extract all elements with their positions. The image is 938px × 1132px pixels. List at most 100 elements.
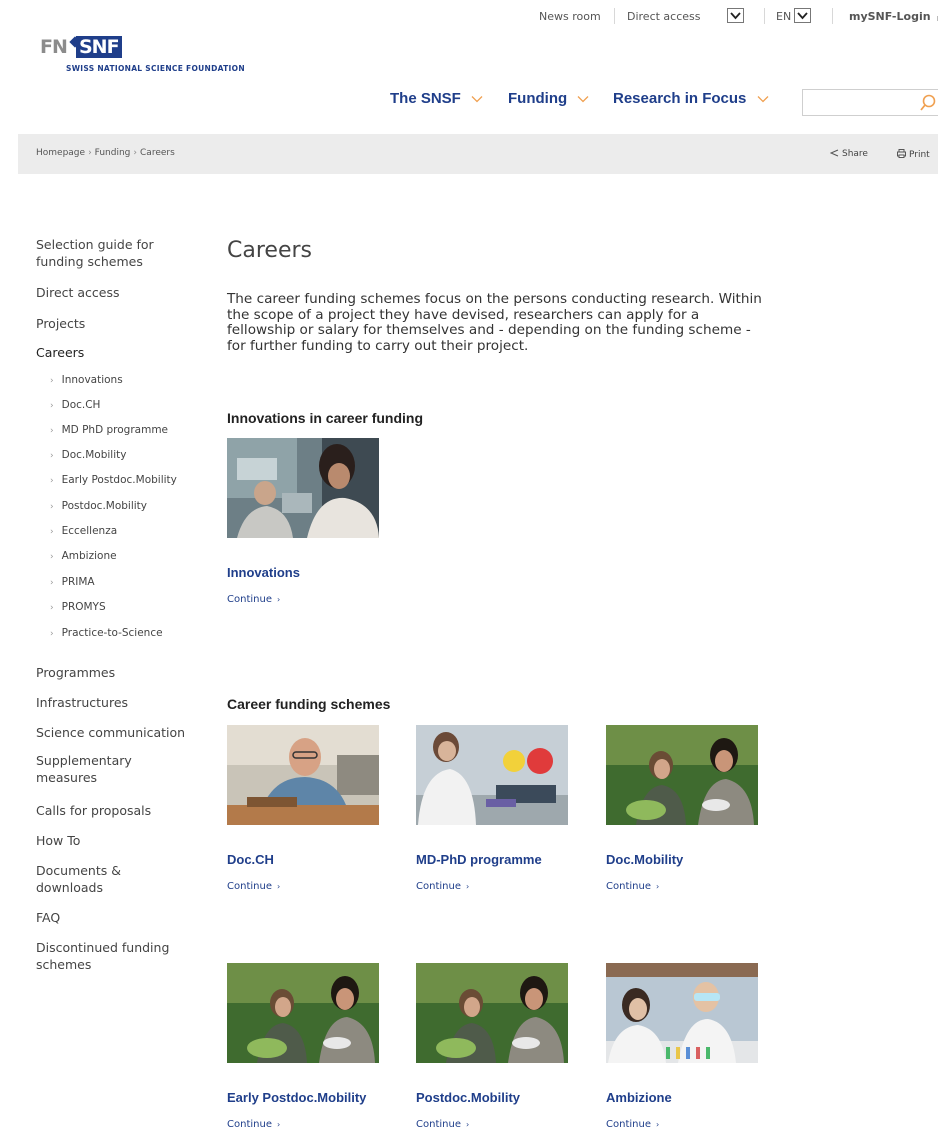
card-image[interactable]	[606, 963, 758, 1063]
sidebar-subitem-promys[interactable]: › PROMYS	[50, 601, 106, 613]
continue-link[interactable]: Continue ›	[416, 881, 469, 892]
card-md-phd[interactable]: MD-PhD programme Continue ›	[416, 725, 568, 892]
nav-funding[interactable]: Funding	[508, 90, 589, 107]
continue-label: Continue	[416, 1119, 461, 1130]
sidebar-subitem-early-postdoc[interactable]: › Early Postdoc.Mobility	[50, 474, 177, 486]
sidebar-subitem-md-phd[interactable]: › MD PhD programme	[50, 424, 168, 436]
chevron-right-icon: ›	[655, 882, 660, 891]
breadcrumb-home[interactable]: Homepage	[36, 148, 85, 158]
nav-the-snsf[interactable]: The SNSF	[390, 90, 483, 107]
sidebar-item-science-communication[interactable]: Science communication	[36, 724, 201, 741]
sidebar-item-faq[interactable]: FAQ	[36, 909, 201, 926]
sidebar-subitem-eccellenza[interactable]: › Eccellenza	[50, 525, 117, 537]
card-title[interactable]: Doc.CH	[227, 852, 274, 867]
card-early-postdoc-mobility[interactable]: Early Postdoc.Mobility Continue ›	[227, 963, 379, 1130]
continue-link[interactable]: Continue ›	[227, 881, 280, 892]
direct-access-link[interactable]: Direct access	[627, 10, 701, 23]
card-postdoc-mobility[interactable]: Postdoc.Mobility Continue ›	[416, 963, 568, 1130]
search-input[interactable]	[807, 90, 921, 116]
sidebar-item-projects[interactable]: Projects	[36, 315, 201, 332]
card-image[interactable]	[606, 725, 758, 825]
card-image[interactable]	[416, 963, 568, 1063]
utility-bar: News room Direct access EN mySNF-Login	[0, 0, 938, 36]
sidebar-item-selection-guide[interactable]: Selection guide for funding schemes	[36, 236, 201, 270]
sidebar-subitem-postdoc-mobility[interactable]: › Postdoc.Mobility	[50, 500, 147, 512]
chevron-right-icon: ›	[50, 527, 54, 537]
sidebar-subitem-doc-mobility[interactable]: › Doc.Mobility	[50, 449, 126, 461]
continue-link[interactable]: Continue ›	[227, 1119, 280, 1130]
sidebar-subitem-innovations[interactable]: › Innovations	[50, 374, 123, 386]
card-doc-mobility[interactable]: Doc.Mobility Continue ›	[606, 725, 758, 892]
chevron-right-icon: ›	[276, 1120, 281, 1129]
sidebar-subitem-prima[interactable]: › PRIMA	[50, 576, 95, 588]
subitem-label: Doc.Mobility	[61, 449, 127, 461]
card-image[interactable]	[227, 963, 379, 1063]
subitem-label: Postdoc.Mobility	[61, 500, 148, 512]
logo-snf: SNF	[76, 36, 122, 58]
continue-link[interactable]: Continue ›	[227, 594, 280, 605]
snsf-logo[interactable]: FN SNF Swiss National Science Foundation	[40, 36, 280, 76]
chevron-right-icon: ›	[50, 401, 54, 411]
sidebar-item-documents-downloads[interactable]: Documents & downloads	[36, 862, 146, 896]
sidebar-item-infrastructures[interactable]: Infrastructures	[36, 694, 201, 711]
card-image[interactable]	[227, 438, 379, 538]
card-title[interactable]: Early Postdoc.Mobility	[227, 1090, 366, 1105]
sidebar-subitem-doc-ch[interactable]: › Doc.CH	[50, 399, 100, 411]
card-title[interactable]: Ambizione	[606, 1090, 672, 1105]
print-button[interactable]: Print	[897, 149, 930, 160]
breadcrumb-funding[interactable]: Funding	[95, 148, 131, 158]
utility-divider	[614, 8, 615, 24]
sidebar-item-direct-access[interactable]: Direct access	[36, 284, 201, 301]
subitem-label: Innovations	[61, 374, 123, 386]
card-innovations[interactable]: Innovations Continue ›	[227, 438, 379, 605]
card-ambizione[interactable]: Ambizione Continue ›	[606, 963, 758, 1130]
news-room-link[interactable]: News room	[539, 10, 601, 23]
chevron-down-icon	[757, 96, 769, 103]
card-title[interactable]: Doc.Mobility	[606, 852, 683, 867]
card-image[interactable]	[227, 725, 379, 825]
breadcrumb-separator: ›	[133, 148, 138, 158]
sidebar-item-how-to[interactable]: How To	[36, 832, 201, 849]
card-doc-ch[interactable]: Doc.CH Continue ›	[227, 725, 379, 892]
language-label: EN	[776, 10, 792, 23]
section-title-career-schemes: Career funding schemes	[227, 696, 391, 712]
direct-access-dropdown[interactable]	[727, 8, 744, 23]
print-label: Print	[909, 150, 930, 160]
nav-label: Research in Focus	[613, 90, 747, 107]
section-title-innovations: Innovations in career funding	[227, 410, 424, 426]
sidebar-item-supplementary-measures[interactable]: Supplementary measures	[36, 752, 156, 786]
chevron-right-icon: ›	[50, 376, 54, 386]
continue-link[interactable]: Continue ›	[606, 881, 659, 892]
card-title[interactable]: MD-PhD programme	[416, 852, 542, 867]
card-title[interactable]: Innovations	[227, 565, 300, 580]
share-icon	[829, 149, 839, 157]
sidebar-subitem-practice-to-science[interactable]: › Practice-to-Science	[50, 627, 163, 639]
logo-fn: FN	[40, 36, 68, 58]
sidebar-item-calls-for-proposals[interactable]: Calls for proposals	[36, 802, 201, 819]
subitem-label: Practice-to-Science	[61, 627, 163, 639]
continue-label: Continue	[227, 881, 272, 892]
subitem-label: PROMYS	[61, 601, 106, 613]
card-title[interactable]: Postdoc.Mobility	[416, 1090, 520, 1105]
sidebar-item-programmes[interactable]: Programmes	[36, 664, 201, 681]
chevron-right-icon: ›	[465, 882, 470, 891]
language-dropdown[interactable]	[794, 8, 811, 23]
chevron-down-icon	[730, 12, 741, 20]
sidebar-item-discontinued[interactable]: Discontinued funding schemes	[36, 939, 201, 973]
continue-link[interactable]: Continue ›	[606, 1119, 659, 1130]
continue-link[interactable]: Continue ›	[416, 1119, 469, 1130]
intro-text: The career funding schemes focus on the …	[227, 291, 762, 354]
chevron-right-icon: ›	[655, 1120, 660, 1129]
search-icon[interactable]	[920, 94, 936, 111]
sidebar-subitem-ambizione[interactable]: › Ambizione	[50, 550, 117, 562]
logo-name: Swiss National Science Foundation	[66, 64, 245, 73]
card-image[interactable]	[416, 725, 568, 825]
chevron-right-icon: ›	[50, 476, 54, 486]
login-link[interactable]: mySNF-Login	[849, 10, 938, 23]
sidebar-item-careers[interactable]: Careers	[36, 344, 201, 361]
chevron-right-icon: ›	[50, 629, 54, 639]
print-icon	[897, 149, 906, 158]
share-button[interactable]: Share	[829, 149, 868, 159]
nav-research-in-focus[interactable]: Research in Focus	[613, 90, 769, 107]
search-box	[802, 89, 938, 116]
